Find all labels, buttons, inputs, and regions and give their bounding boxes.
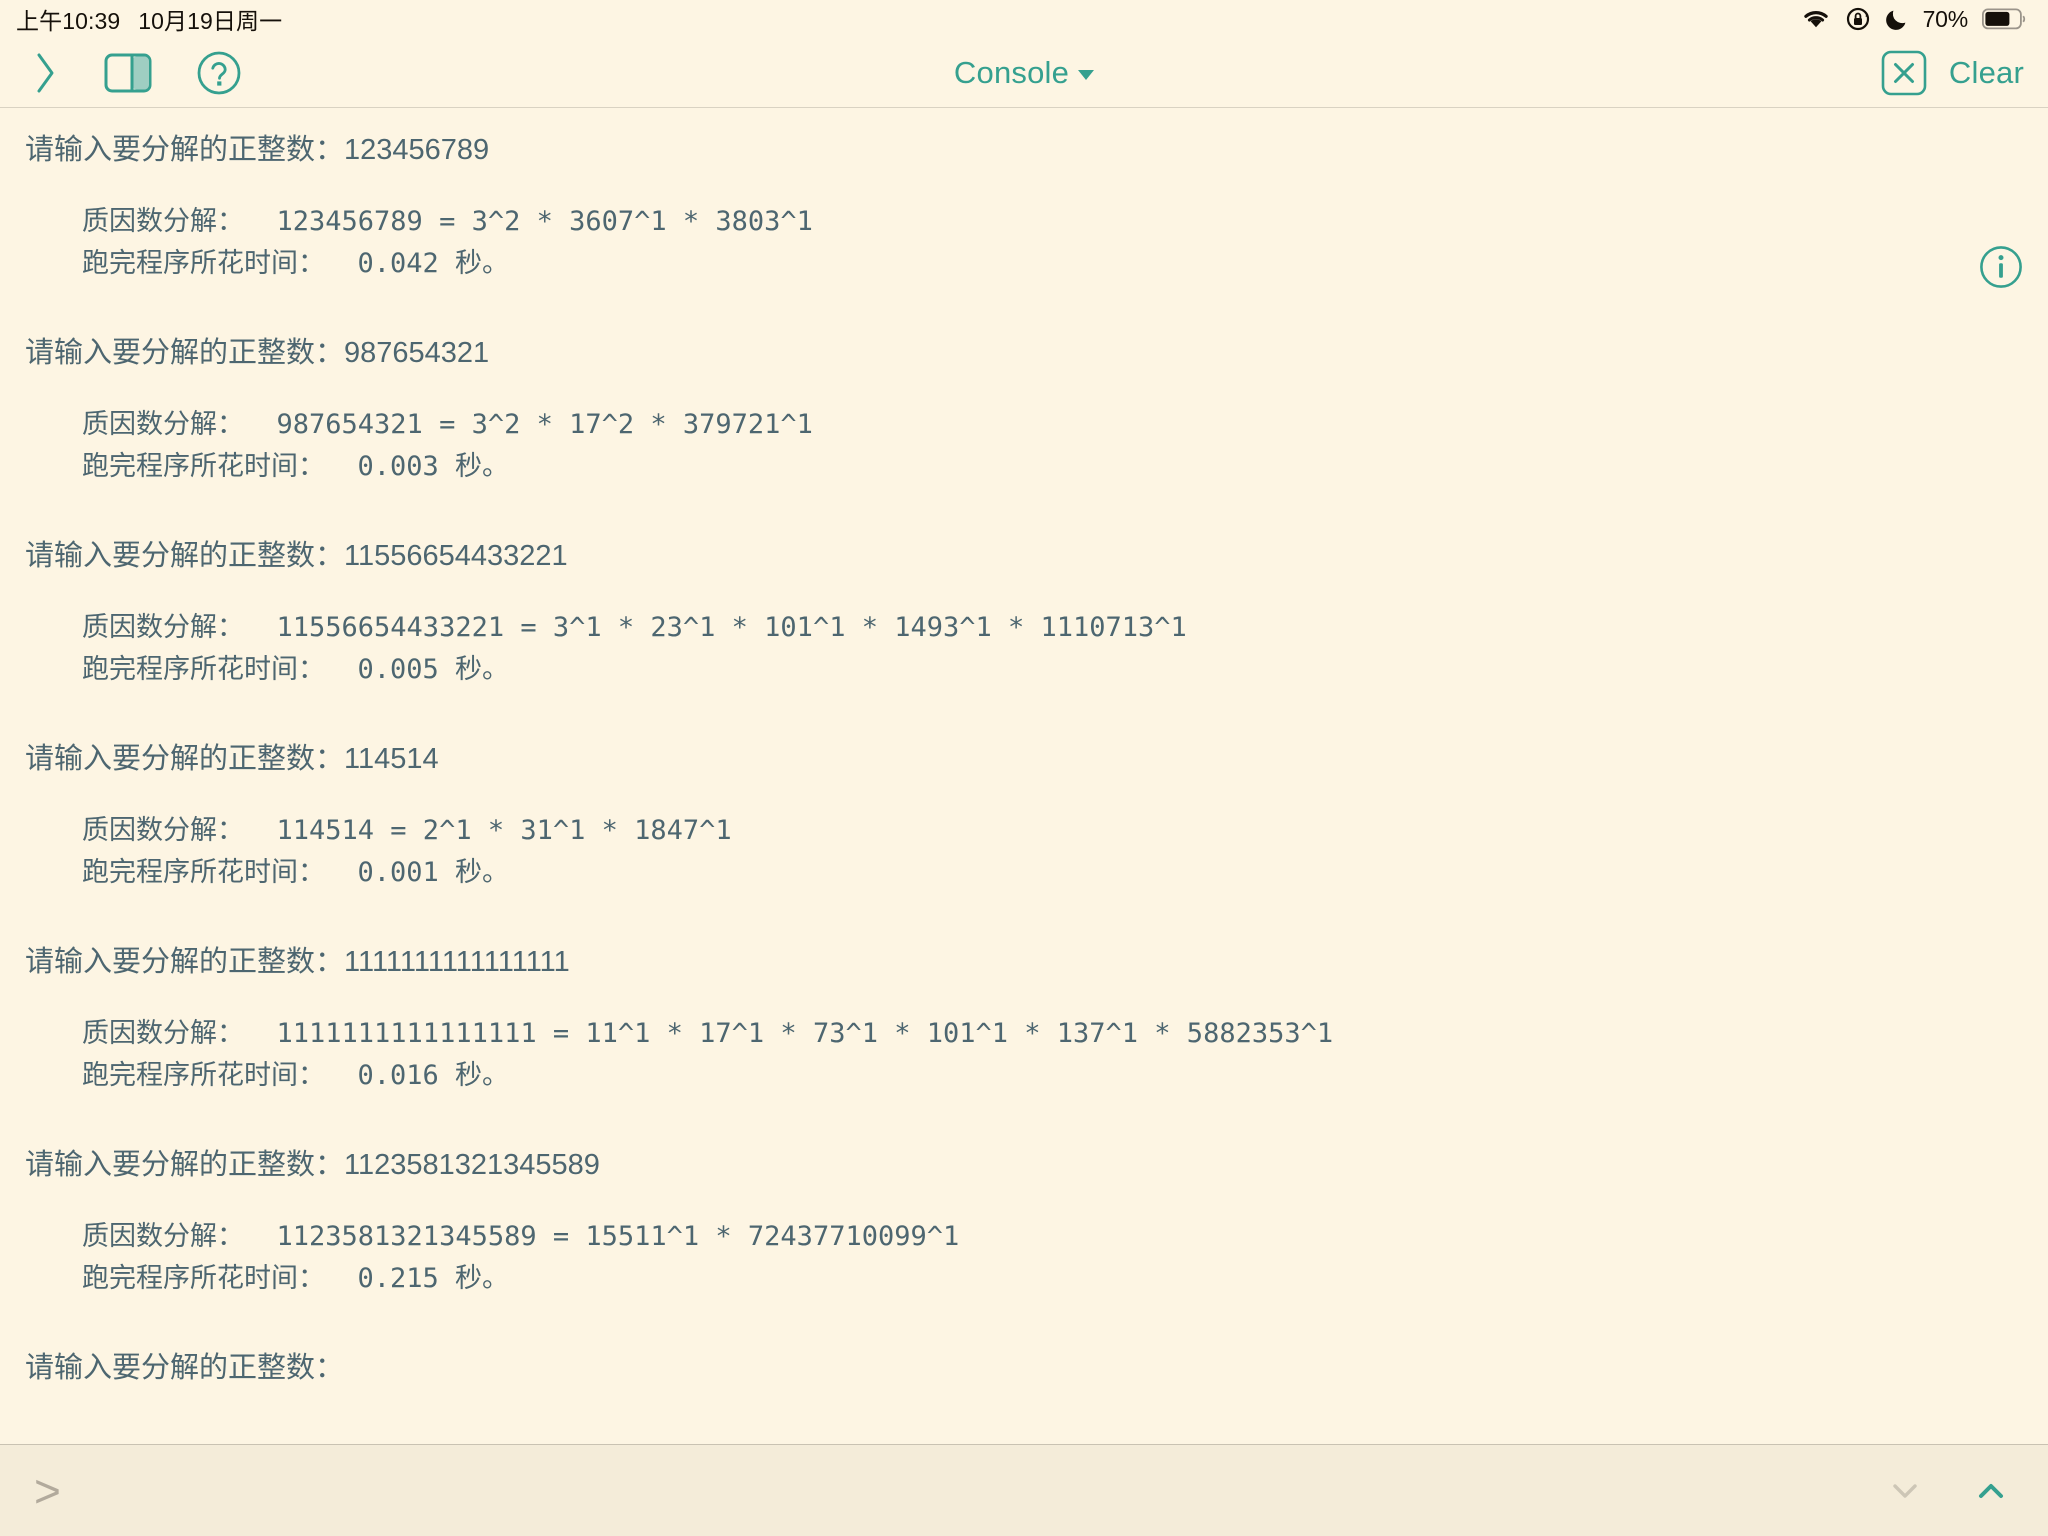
console-title-group: Console [0, 38, 2048, 107]
prompt-chevron-icon: > [34, 1464, 61, 1517]
status-date: 10月19日周一 [138, 8, 283, 34]
console-block: 请输入要分解的正整数：11556654433221 质因数分解： 1155665… [16, 532, 2032, 691]
console-block: 请输入要分解的正整数：1123581321345589 质因数分解： 11235… [16, 1141, 2032, 1300]
clear-button[interactable]: Clear [1949, 55, 2024, 91]
status-time: 上午10:39 [16, 8, 121, 34]
page-title[interactable]: Console [954, 55, 1069, 91]
console-factor-line: 质因数分解： 1123581321345589 = 15511^1 * 7243… [82, 1221, 960, 1252]
chevron-down-icon[interactable] [1078, 70, 1095, 80]
console-factor-line: 质因数分解： 114514 = 2^1 * 31^1 * 1847^1 [82, 815, 732, 846]
console-block: 请输入要分解的正整数：1111111111111111 质因数分解： 11111… [16, 938, 2032, 1097]
console-time-line: 跑完程序所花时间： 0.016 秒。 [82, 1060, 510, 1091]
wifi-icon [1801, 7, 1831, 31]
console-time-line: 跑完程序所花时间： 0.001 秒。 [82, 857, 510, 888]
console-block: 请输入要分解的正整数：123456789 质因数分解： 123456789 = … [16, 126, 2032, 285]
toolbar-left-group [30, 50, 242, 96]
console-prompt-line: 请输入要分解的正整数：11556654433221 [25, 540, 568, 572]
console-active-prompt-line: 请输入要分解的正整数： [25, 1352, 345, 1384]
console-time-line: 跑完程序所花时间： 0.003 秒。 [82, 451, 510, 482]
input-history-nav [1888, 1474, 2008, 1508]
help-question-icon[interactable] [196, 50, 242, 96]
toolbar-right-group: Clear [1881, 50, 2024, 96]
console-block: 请输入要分解的正整数：114514 质因数分解： 114514 = 2^1 * … [16, 735, 2032, 894]
console-prompt-line: 请输入要分解的正整数：987654321 [25, 337, 490, 369]
do-not-disturb-moon-icon [1885, 7, 1909, 31]
console-prompt-line: 请输入要分解的正整数：1111111111111111 [25, 946, 570, 978]
info-circle-icon[interactable] [1978, 244, 2024, 295]
console-factor-line: 质因数分解： 123456789 = 3^2 * 3607^1 * 3803^1 [82, 206, 813, 237]
console-prompt-line: 请输入要分解的正整数：114514 [25, 743, 439, 775]
rotation-lock-icon [1845, 6, 1871, 32]
console-log-list: 请输入要分解的正整数：123456789 质因数分解： 123456789 = … [0, 126, 2048, 1392]
chevron-down-icon[interactable] [1888, 1474, 1922, 1508]
console-prompt-line: 请输入要分解的正整数：123456789 [25, 134, 490, 166]
console-input-field[interactable] [82, 1459, 1888, 1522]
console-time-line: 跑完程序所花时间： 0.215 秒。 [82, 1263, 510, 1294]
console-time-line: 跑完程序所花时间： 0.042 秒。 [82, 248, 510, 279]
status-bar-right: 70% [1801, 6, 2026, 33]
close-x-icon[interactable] [1881, 50, 1927, 96]
chevron-up-icon[interactable] [1974, 1474, 2008, 1508]
toolbar: Console Clear [0, 38, 2048, 108]
console-input-bar: > [0, 1444, 2048, 1536]
split-view-icon[interactable] [104, 53, 152, 93]
status-bar-left: 上午10:39 10月19日周一 [16, 2, 282, 36]
console-output-area[interactable]: 请输入要分解的正整数：123456789 质因数分解： 123456789 = … [0, 108, 2048, 1444]
battery-percent-label: 70% [1922, 5, 1969, 32]
console-factor-line: 质因数分解： 1111111111111111 = 11^1 * 17^1 * … [82, 1018, 1334, 1049]
console-app-window: 上午10:39 10月19日周一 70% Console Clear 请输入要分… [0, 0, 2048, 1536]
console-prompt-line: 请输入要分解的正整数：1123581321345589 [25, 1149, 600, 1181]
battery-icon [1982, 7, 2026, 31]
console-factor-line: 质因数分解： 987654321 = 3^2 * 17^2 * 379721^1 [82, 409, 813, 440]
console-factor-line: 质因数分解： 11556654433221 = 3^1 * 23^1 * 101… [82, 612, 1187, 643]
chevron-right-run-icon[interactable] [30, 50, 60, 96]
console-block: 请输入要分解的正整数：987654321 质因数分解： 987654321 = … [16, 329, 2032, 488]
console-time-line: 跑完程序所花时间： 0.005 秒。 [82, 654, 510, 685]
status-bar: 上午10:39 10月19日周一 70% [0, 0, 2048, 38]
